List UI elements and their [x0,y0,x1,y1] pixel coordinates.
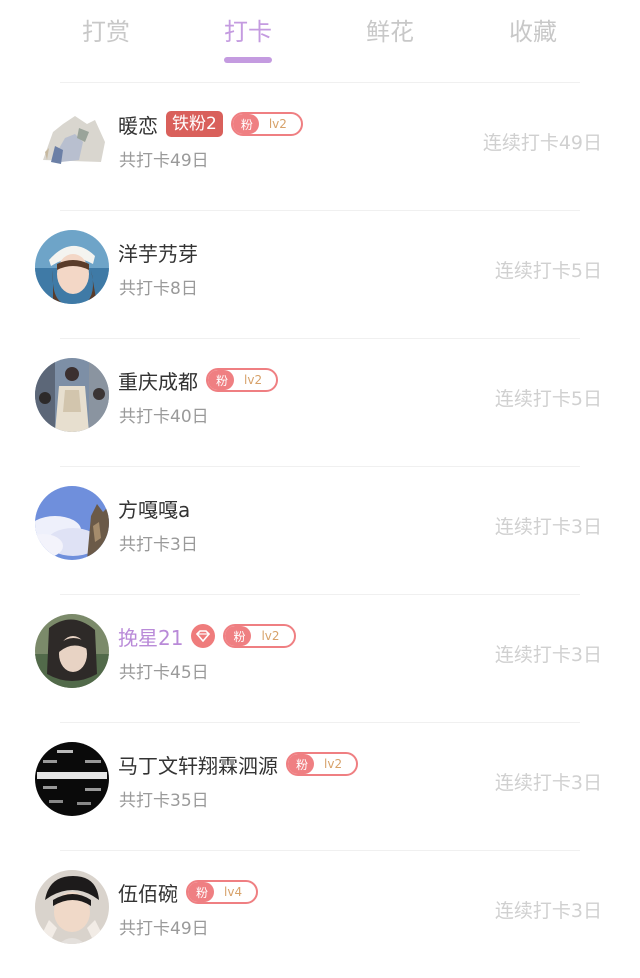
tab-reward[interactable]: 打赏 [46,12,166,47]
fan-badge-level: lv2 [244,373,263,387]
avatar[interactable] [35,358,109,432]
fan-level-badge: 粉 lv2 [230,112,303,136]
tab-checkin[interactable]: 打卡 [188,12,308,63]
fan-badge-level: lv4 [224,885,243,899]
fan-badge-level: lv2 [261,629,280,643]
avatar[interactable] [35,486,109,560]
streak-checkin: 连续打卡3日 [494,644,602,666]
checkin-list: 暖恋 铁粉2 粉 lv2 共打卡49日 连续打卡49日 洋芋艿芽 共打卡8日 连… [0,82,640,978]
avatar[interactable] [35,230,109,304]
fan-level-badge: 粉 lv4 [186,880,259,904]
fan-level-badge: 粉 lv2 [286,752,359,776]
tab-favorites-label: 收藏 [509,18,557,46]
tab-favorites[interactable]: 收藏 [473,12,593,47]
list-item[interactable]: 暖恋 铁粉2 粉 lv2 共打卡49日 连续打卡49日 [35,82,602,210]
streak-checkin: 连续打卡5日 [494,388,602,410]
fan-level-badge: 粉 lv2 [223,624,296,648]
user-name: 伍佰碗 [118,881,178,906]
avatar[interactable] [35,614,109,688]
tab-reward-label: 打赏 [82,18,130,46]
active-tab-indicator [224,57,272,63]
total-checkin: 共打卡49日 [119,919,209,939]
list-item[interactable]: 伍佰碗 粉 lv4 共打卡49日 连续打卡3日 [35,850,602,978]
user-name: 暖恋 [118,113,158,138]
user-name: 马丁文轩翔霖泗源 [118,753,278,778]
fan-badge-level: lv2 [268,117,287,131]
user-name: 方嘎嘎a [118,497,191,522]
fan-badge-label: 粉 [225,626,252,646]
streak-checkin: 连续打卡3日 [494,772,602,794]
tab-bar: 打赏 打卡 鲜花 收藏 [0,0,640,70]
list-item[interactable]: 马丁文轩翔霖泗源 粉 lv2 共打卡35日 连续打卡3日 [35,722,602,850]
diamond-icon [191,624,216,648]
fan-badge-label: 粉 [208,370,235,390]
list-item[interactable]: 重庆成都 粉 lv2 共打卡40日 连续打卡5日 [35,338,602,466]
avatar[interactable] [35,102,109,176]
fan-badge-label: 粉 [188,882,215,902]
tab-flowers-label: 鲜花 [366,18,414,46]
tab-checkin-label: 打卡 [224,18,272,46]
streak-checkin: 连续打卡5日 [494,260,602,282]
user-name: 洋芋艿芽 [118,241,198,266]
streak-checkin: 连续打卡3日 [494,516,602,538]
avatar[interactable] [35,742,109,816]
user-name: 挽星21 [118,625,184,650]
avatar[interactable] [35,870,109,944]
total-checkin: 共打卡3日 [119,535,198,555]
iron-fan-badge: 铁粉2 [166,111,223,137]
list-item[interactable]: 方嘎嘎a 共打卡3日 连续打卡3日 [35,466,602,594]
fan-level-badge: 粉 lv2 [206,368,279,392]
fan-badge-level: lv2 [324,757,343,771]
fan-badge-label: 粉 [232,114,259,134]
streak-checkin: 连续打卡3日 [494,900,602,922]
fan-badge-label: 粉 [288,754,315,774]
total-checkin: 共打卡49日 [119,151,209,171]
streak-checkin: 连续打卡49日 [482,132,602,154]
total-checkin: 共打卡35日 [119,791,209,811]
total-checkin: 共打卡40日 [119,407,209,427]
total-checkin: 共打卡45日 [119,663,209,683]
list-item[interactable]: 挽星21 粉 lv2 共打卡45日 连续打卡3日 [35,594,602,722]
tab-flowers[interactable]: 鲜花 [330,12,450,47]
list-item[interactable]: 洋芋艿芽 共打卡8日 连续打卡5日 [35,210,602,338]
user-name: 重庆成都 [118,369,198,394]
total-checkin: 共打卡8日 [119,279,198,299]
